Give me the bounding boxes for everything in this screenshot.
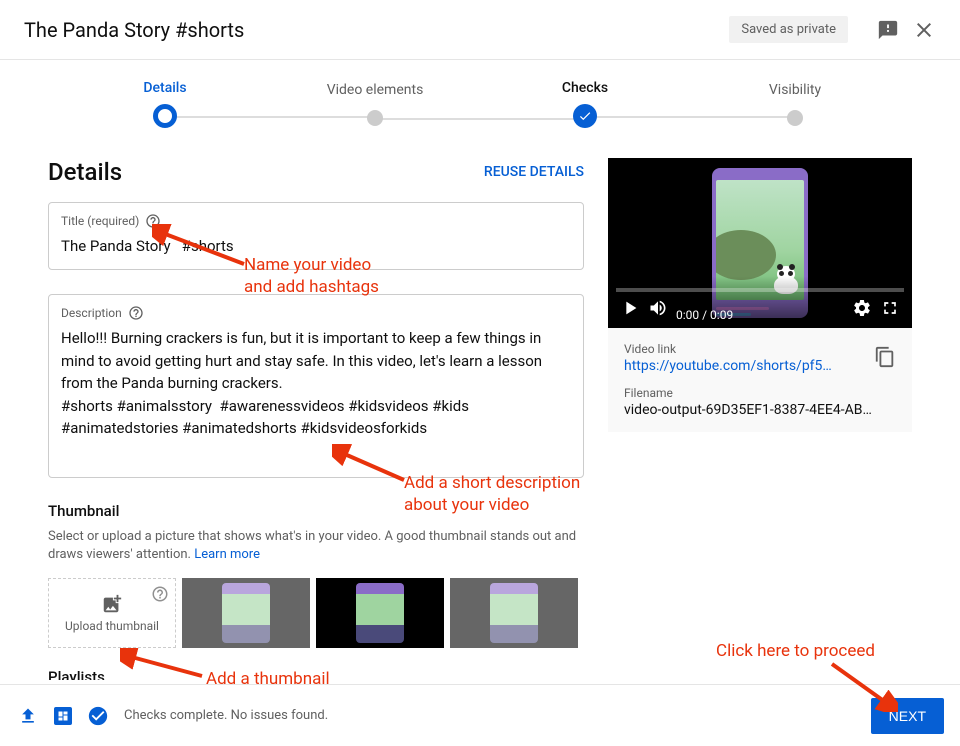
- processing-icon[interactable]: [54, 707, 72, 725]
- thumbnail-description: Select or upload a picture that shows wh…: [48, 528, 584, 564]
- help-icon[interactable]: [145, 213, 161, 229]
- filename-value: video-output-69D35EF1-8387-4EE4-AB…: [624, 402, 896, 418]
- title-field[interactable]: Title (required) The Panda Story #shorts: [48, 202, 584, 270]
- stepper: Details Video elements Checks Visibility: [0, 60, 960, 128]
- close-icon[interactable]: [912, 18, 936, 42]
- save-status-badge: Saved as private: [729, 16, 848, 43]
- description-input[interactable]: Hello!!! Burning crackers is fun, but it…: [61, 327, 571, 467]
- description-label: Description: [61, 306, 122, 320]
- video-info: Video link https://youtube.com/shorts/pf…: [608, 328, 912, 432]
- feedback-icon[interactable]: [876, 18, 900, 42]
- dialog-title: The Panda Story #shorts: [24, 18, 729, 42]
- thumbnail-option-1[interactable]: [182, 578, 310, 648]
- copy-icon[interactable]: [874, 346, 896, 368]
- thumbnail-option-2[interactable]: [316, 578, 444, 648]
- help-icon[interactable]: [128, 305, 144, 321]
- step-checks[interactable]: Checks: [480, 80, 690, 128]
- title-label: Title (required): [61, 214, 139, 228]
- help-icon[interactable]: [151, 585, 169, 603]
- video-preview[interactable]: 0:00 / 0:09: [608, 158, 912, 328]
- step-circle-active: [153, 104, 177, 128]
- video-link-label: Video link: [624, 342, 896, 356]
- settings-icon[interactable]: [848, 294, 876, 322]
- add-image-icon: [101, 593, 123, 615]
- step-circle: [787, 110, 803, 126]
- title-input[interactable]: The Panda Story #shorts: [61, 235, 571, 259]
- step-visibility[interactable]: Visibility: [690, 82, 900, 126]
- thumbnail-option-3[interactable]: [450, 578, 578, 648]
- step-video-elements[interactable]: Video elements: [270, 82, 480, 126]
- check-circle-icon: [86, 704, 110, 728]
- description-field[interactable]: Description Hello!!! Burning crackers is…: [48, 294, 584, 478]
- video-progress-bar[interactable]: [616, 288, 904, 292]
- video-time: 0:00 / 0:09: [676, 308, 733, 322]
- next-button[interactable]: NEXT: [871, 698, 944, 734]
- step-circle-done: [573, 104, 597, 128]
- step-details[interactable]: Details: [60, 80, 270, 128]
- video-link[interactable]: https://youtube.com/shorts/pf5…: [624, 358, 896, 374]
- fullscreen-icon[interactable]: [876, 294, 904, 322]
- thumbnail-section-title: Thumbnail: [48, 502, 584, 520]
- details-section-title: Details: [48, 158, 122, 186]
- play-icon[interactable]: [616, 294, 644, 322]
- upload-thumbnail-button[interactable]: Upload thumbnail: [48, 578, 176, 648]
- footer-status-text: Checks complete. No issues found.: [124, 708, 871, 723]
- upload-icon[interactable]: [16, 704, 40, 728]
- dialog-footer: Checks complete. No issues found. NEXT: [0, 684, 960, 746]
- dialog-header: The Panda Story #shorts Saved as private: [0, 0, 960, 60]
- learn-more-link[interactable]: Learn more: [194, 547, 260, 562]
- filename-label: Filename: [624, 386, 896, 400]
- reuse-details-button[interactable]: REUSE DETAILS: [484, 164, 584, 180]
- playlists-section-title: Playlists: [48, 668, 584, 680]
- step-circle: [367, 110, 383, 126]
- volume-icon[interactable]: [644, 294, 672, 322]
